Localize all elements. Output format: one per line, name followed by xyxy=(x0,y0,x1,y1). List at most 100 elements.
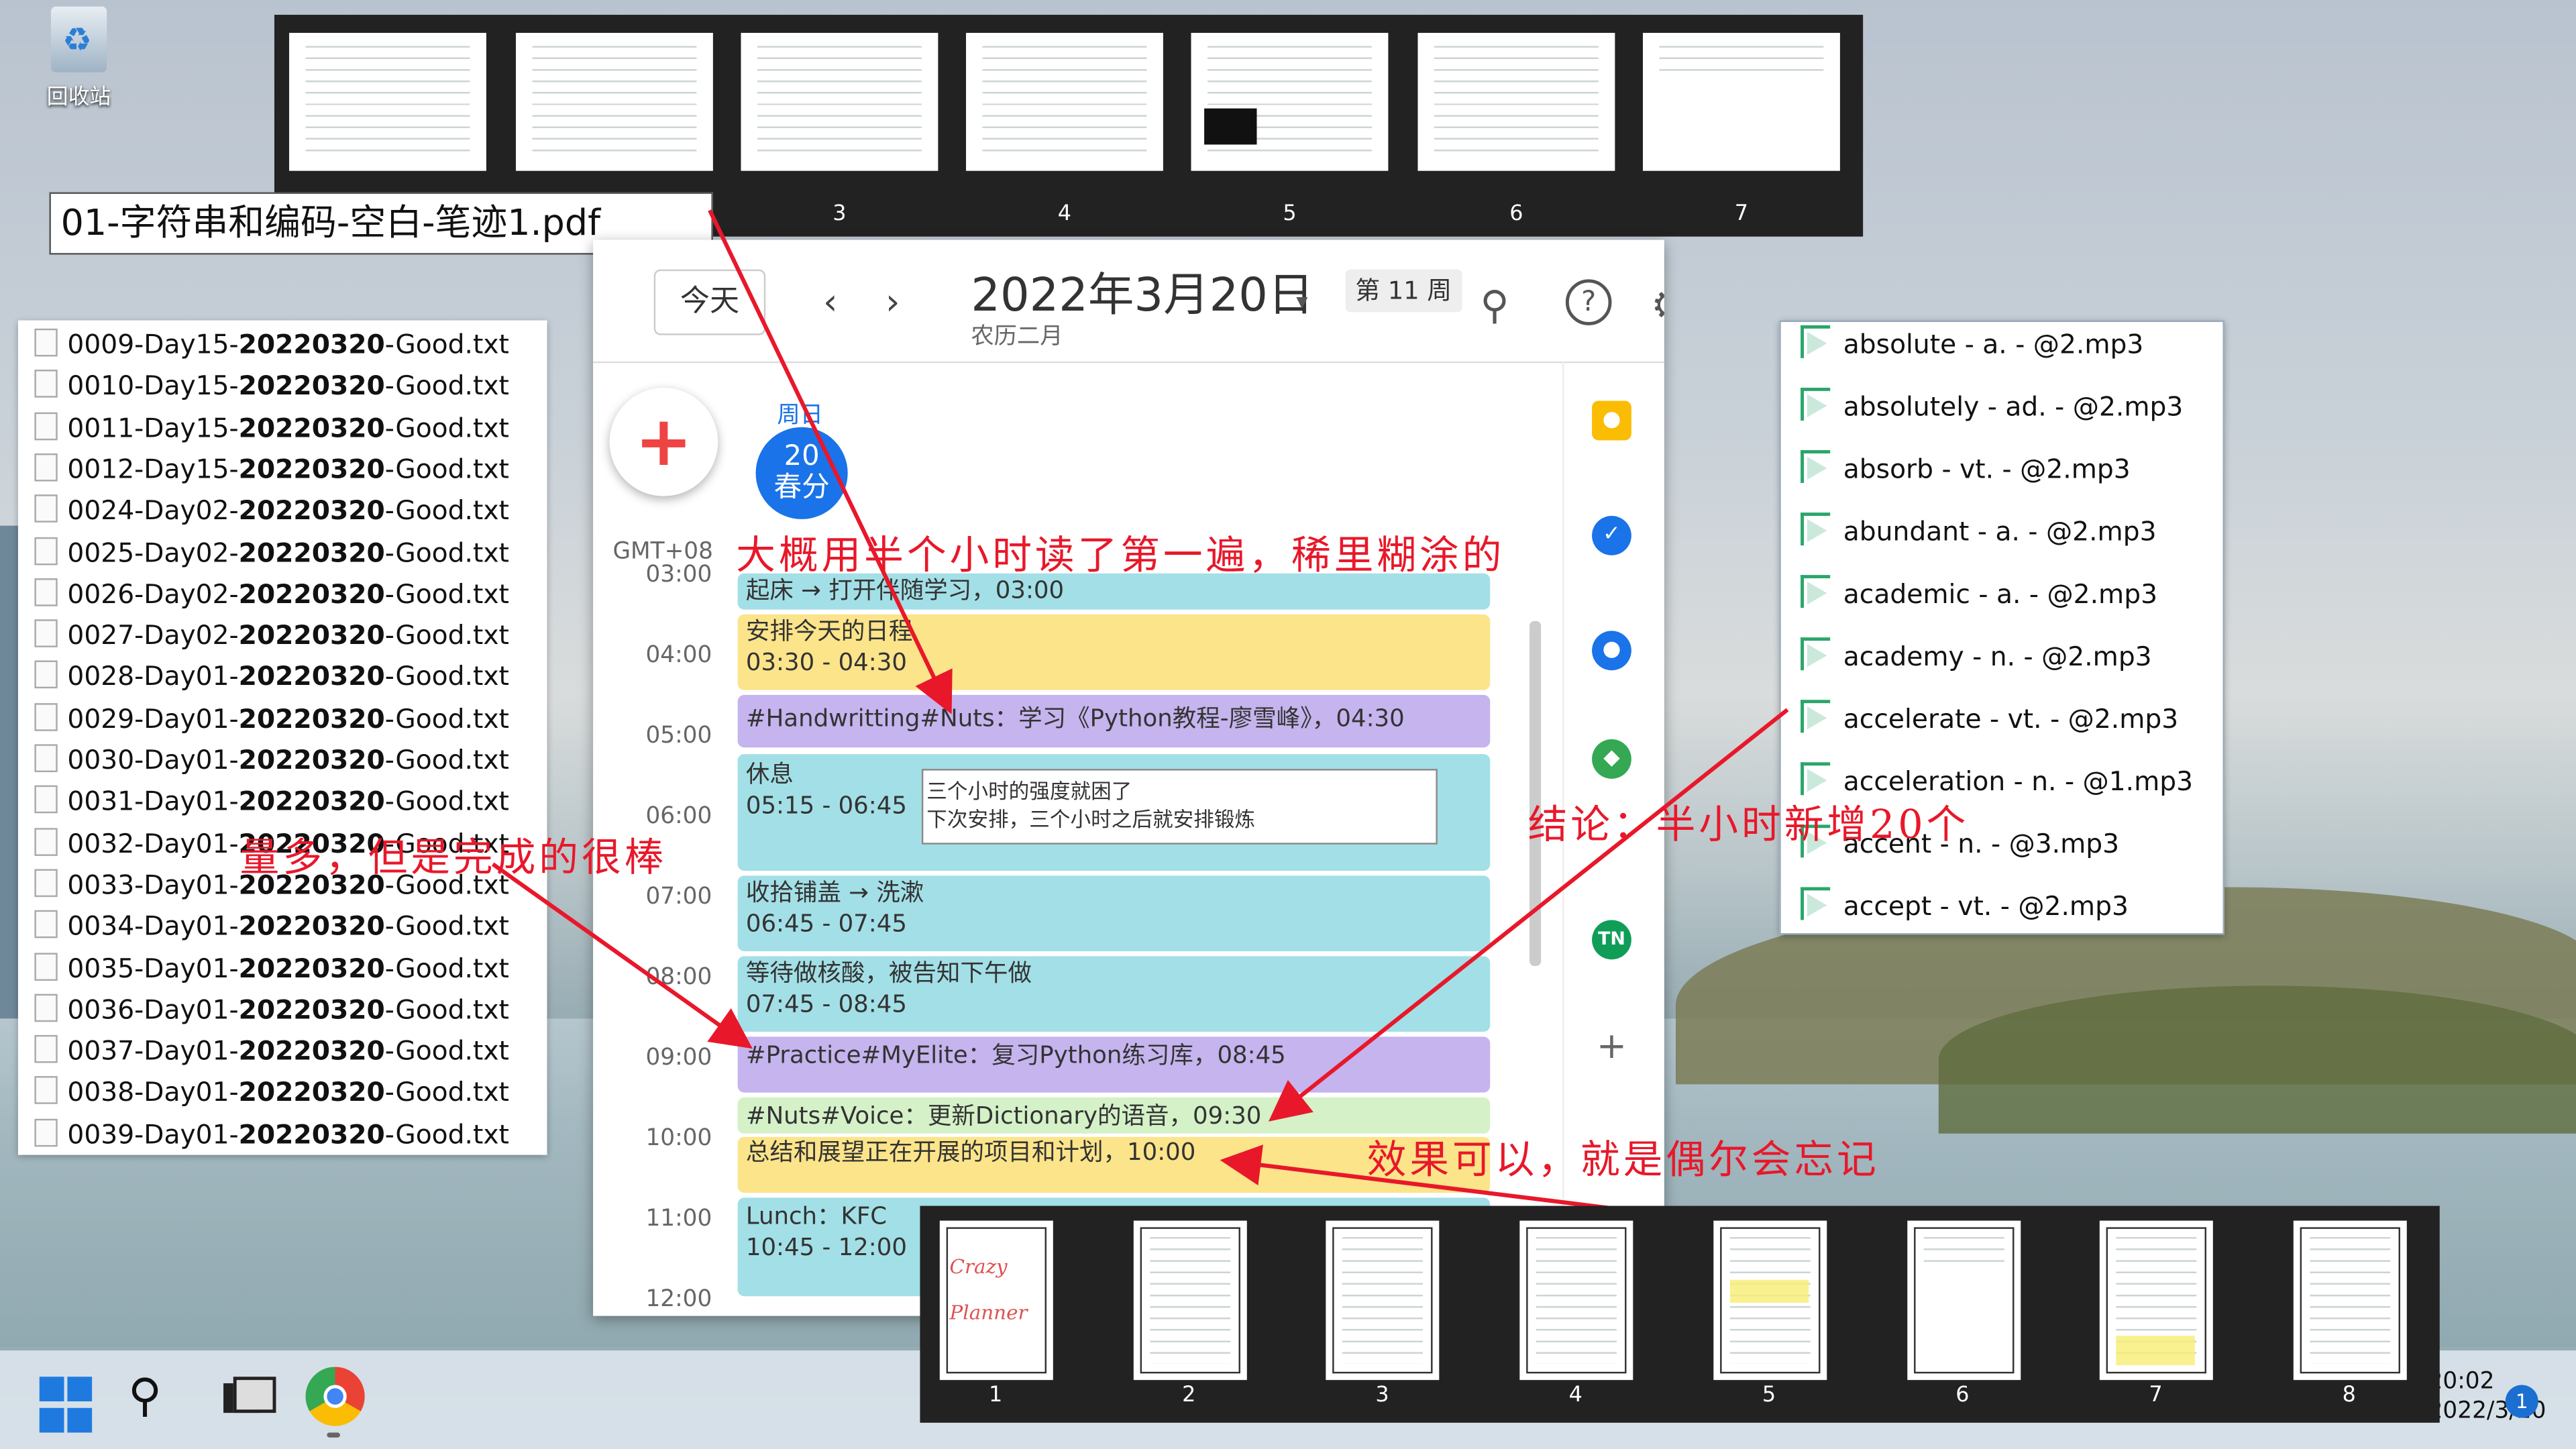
file-list-item[interactable]: 0009-Day15-20220320-Good.txt xyxy=(34,323,509,364)
file-list-item[interactable]: 0030-Day01-20220320-Good.txt xyxy=(34,739,509,780)
mp3-file-name: absolutely - ad. - @2.mp3 xyxy=(1843,390,2184,423)
note-page-thumbnail[interactable] xyxy=(1133,1220,1247,1381)
create-event-button[interactable]: + xyxy=(609,387,718,496)
search-icon[interactable]: ⚲ xyxy=(1481,282,1509,329)
file-name-suffix: -Good.txt xyxy=(384,702,509,734)
pdf-page-thumbnail[interactable] xyxy=(515,32,713,171)
file-list-item[interactable]: 0031-Day01-20220320-Good.txt xyxy=(34,781,509,822)
file-list-item[interactable]: 0036-Day01-20220320-Good.txt xyxy=(34,989,509,1030)
mp3-list-item[interactable]: accelerate - vt. - @2.mp3 xyxy=(1801,696,2178,743)
calendar-event[interactable]: #Handwritting#Nuts：学习《Python教程-廖雪峰》，04:3… xyxy=(737,694,1491,748)
add-addon-icon[interactable]: + xyxy=(1592,1028,1631,1068)
pdf-page-thumbnail[interactable] xyxy=(1417,32,1615,171)
mp3-list-item[interactable]: absolute - a. - @2.mp3 xyxy=(1801,322,2143,368)
file-name-prefix: 0010-Day15- xyxy=(67,370,239,402)
pdf-page-thumbnail[interactable] xyxy=(741,32,938,171)
contacts-icon[interactable]: ● xyxy=(1592,631,1631,671)
maps-icon[interactable]: ◆ xyxy=(1592,739,1631,779)
file-name-date: 20220320 xyxy=(238,994,385,1025)
file-list-item[interactable]: 0010-Day15-20220320-Good.txt xyxy=(34,365,509,406)
file-name-prefix: 0030-Day01- xyxy=(67,744,239,775)
calendar-event[interactable]: 收拾铺盖 → 洗漱 06:45 - 07:45 xyxy=(737,875,1491,951)
windows-start-icon[interactable] xyxy=(39,1377,99,1436)
file-list-item[interactable]: 0038-Day01-20220320-Good.txt xyxy=(34,1072,509,1113)
note-page-thumbnail[interactable] xyxy=(1713,1220,1827,1381)
calendar-event[interactable]: 等待做核酸，被告知下午做 07:45 - 08:45 xyxy=(737,956,1491,1032)
file-name-date: 20220320 xyxy=(238,494,385,527)
file-list-item[interactable]: 0011-Day15-20220320-Good.txt xyxy=(34,407,509,447)
file-list-item[interactable]: 0029-Day01-20220320-Good.txt xyxy=(34,698,509,739)
file-name-suffix: -Good.txt xyxy=(384,578,509,610)
file-name-prefix: 0032-Day01- xyxy=(67,827,239,859)
mp3-list-item[interactable]: absorb - vt. - @2.mp3 xyxy=(1801,447,2131,493)
tasks-icon[interactable]: ✓ xyxy=(1592,515,1631,555)
text-file-icon xyxy=(34,370,58,398)
file-list-item[interactable]: 0027-Day02-20220320-Good.txt xyxy=(34,614,509,655)
file-name-date: 20220320 xyxy=(238,370,385,402)
mp3-list-item[interactable]: absolutely - ad. - @2.mp3 xyxy=(1801,384,2183,431)
annotation-text: 大概用半个小时读了第一遍，稀里糊涂的 xyxy=(736,532,1505,579)
tn-addon-icon[interactable]: TN xyxy=(1592,920,1631,960)
pdf-page-thumbnail[interactable] xyxy=(289,32,486,171)
note-page-thumbnail[interactable] xyxy=(1326,1220,1440,1381)
event-title: 等待做核酸，被告知下午做 xyxy=(745,961,1032,987)
file-list-item[interactable]: 0034-Day01-20220320-Good.txt xyxy=(34,906,509,947)
event-note-popup: 三个小时的强度就困了 下次安排，三个小时之后就安排锻炼 xyxy=(921,769,1438,845)
text-file-icon xyxy=(34,328,58,357)
file-name-suffix: -Good.txt xyxy=(384,786,509,817)
chevron-down-icon[interactable]: ▾ xyxy=(1296,289,1307,315)
note-page-number: 4 xyxy=(1568,1383,1582,1408)
note-page-thumbnail[interactable] xyxy=(1519,1220,1633,1381)
day-number-circle[interactable]: 20 春分 xyxy=(755,427,848,519)
mp3-file-name: accelerate - vt. - @2.mp3 xyxy=(1843,703,2179,735)
event-title: 安排今天的日程 xyxy=(745,619,913,646)
file-list-item[interactable]: 0024-Day02-20220320-Good.txt xyxy=(34,490,509,531)
file-list-item[interactable]: 0025-Day02-20220320-Good.txt xyxy=(34,531,509,572)
recycle-bin-desktop-icon[interactable]: 回收站 xyxy=(26,6,131,110)
chevron-right-icon[interactable]: › xyxy=(885,282,900,323)
calendar-event[interactable]: 安排今天的日程 03:30 - 04:30 xyxy=(737,614,1491,690)
note-page-number: 8 xyxy=(2342,1383,2356,1408)
file-name-prefix: 0031-Day01- xyxy=(67,786,239,817)
note-page-thumbnail[interactable] xyxy=(1907,1220,2021,1381)
file-name-date: 20220320 xyxy=(238,910,385,942)
calendar-event[interactable]: #Practice#MyElite：复习Python练习库，08:45 xyxy=(737,1036,1491,1093)
event-title: 收拾铺盖 → 洗漱 xyxy=(745,880,924,907)
file-list-item[interactable]: 0012-Day15-20220320-Good.txt xyxy=(34,448,509,489)
mp3-list-item[interactable]: accept - vt. - @2.mp3 xyxy=(1801,884,2129,930)
file-list-item[interactable]: 0039-Day01-20220320-Good.txt xyxy=(34,1114,509,1155)
pdf-page-thumbnail[interactable] xyxy=(1191,32,1389,171)
desktop-screen: 回收站 3 4 5 6 7 01-字符串和编码-空白-笔迹1.pdf 今天 ‹ … xyxy=(0,0,2576,1449)
file-name-suffix: -Good.txt xyxy=(384,536,509,568)
task-view-icon[interactable] xyxy=(217,1367,276,1426)
text-file-icon xyxy=(34,952,58,980)
file-name-prefix: 0026-Day02- xyxy=(67,578,239,610)
text-file-icon xyxy=(34,1077,58,1105)
chrome-icon[interactable] xyxy=(305,1366,365,1426)
note-page-thumbnail[interactable]: Crazy Planner xyxy=(939,1220,1053,1381)
settings-icon[interactable]: ⚙ xyxy=(1651,282,1664,329)
file-list-item[interactable]: 0028-Day01-20220320-Good.txt xyxy=(34,656,509,697)
pdf-page-thumbnail[interactable] xyxy=(1643,32,1840,171)
mp3-list-item[interactable]: academic - a. - @2.mp3 xyxy=(1801,572,2157,618)
file-name-suffix: -Good.txt xyxy=(384,328,509,360)
keep-icon[interactable]: ● xyxy=(1592,400,1631,441)
help-icon[interactable]: ? xyxy=(1565,279,1612,325)
notification-badge[interactable]: 1 xyxy=(2505,1385,2538,1418)
pdf-page-thumbnail[interactable] xyxy=(966,32,1163,171)
chevron-left-icon[interactable]: ‹ xyxy=(823,282,838,323)
file-list-item[interactable]: 0037-Day01-20220320-Good.txt xyxy=(34,1030,509,1071)
search-icon[interactable]: ⚲ xyxy=(128,1367,187,1426)
mp3-list-item[interactable]: abundant - a. - @2.mp3 xyxy=(1801,509,2157,555)
file-name-date: 20220320 xyxy=(238,744,385,775)
annotation-text: 结论：半小时新增20个 xyxy=(1527,802,1970,848)
day-number: 20 xyxy=(784,440,820,474)
mp3-list-item[interactable]: academy - n. - @2.mp3 xyxy=(1801,634,2152,680)
date-title[interactable]: 2022年3月20日 xyxy=(971,260,1313,325)
note-page-thumbnail[interactable] xyxy=(2100,1220,2214,1381)
note-page-number: 1 xyxy=(988,1383,1003,1408)
today-button[interactable]: 今天 xyxy=(653,269,766,335)
file-list-item[interactable]: 0026-Day02-20220320-Good.txt xyxy=(34,573,509,614)
file-list-item[interactable]: 0035-Day01-20220320-Good.txt xyxy=(34,947,509,988)
note-page-thumbnail[interactable] xyxy=(2293,1220,2407,1381)
